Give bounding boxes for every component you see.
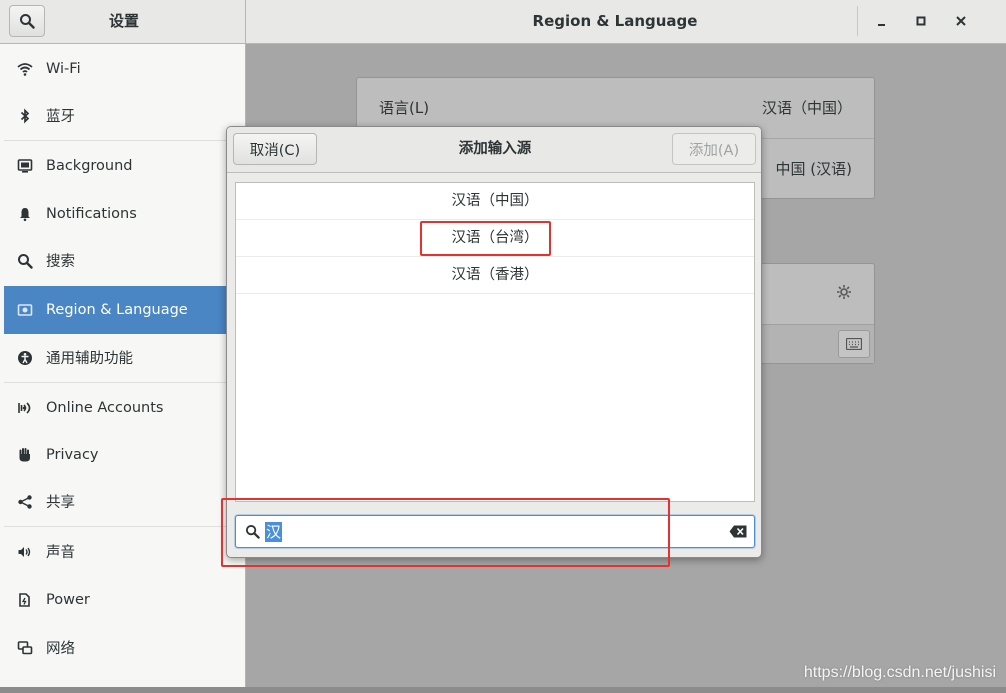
annotation-highlight-option bbox=[420, 221, 551, 256]
sidebar-item-label: 蓝牙 bbox=[46, 109, 75, 125]
hand-icon bbox=[16, 446, 34, 464]
sidebar-item-label: 搜索 bbox=[46, 254, 75, 270]
sidebar-divider bbox=[4, 526, 246, 527]
keyboard-layout-button[interactable] bbox=[838, 330, 870, 358]
clear-text-icon[interactable] bbox=[729, 525, 747, 538]
sidebar-item-label: 共享 bbox=[46, 495, 75, 511]
sidebar-item-search[interactable]: 搜索 bbox=[4, 237, 246, 284]
sidebar-item-label: 声音 bbox=[46, 545, 75, 561]
sidebar: Wi-Fi 蓝牙 Background Notifications 搜索 Reg… bbox=[0, 44, 246, 687]
sidebar-item-label: 网络 bbox=[46, 641, 75, 657]
search-icon bbox=[20, 14, 35, 29]
bluetooth-icon bbox=[16, 107, 34, 125]
annotation-highlight-search bbox=[221, 498, 670, 567]
sidebar-divider bbox=[4, 140, 246, 141]
sidebar-item-accessibility[interactable]: 通用辅助功能 bbox=[4, 334, 246, 381]
add-button[interactable]: 添加(A) bbox=[672, 133, 756, 165]
search-icon bbox=[16, 252, 34, 270]
headerbar-separator bbox=[857, 6, 858, 36]
sidebar-item-label: Background bbox=[46, 157, 133, 174]
cancel-button[interactable]: 取消(C) bbox=[233, 133, 317, 165]
maximize-icon bbox=[916, 16, 926, 26]
speaker-icon bbox=[16, 543, 34, 561]
region-flag-icon bbox=[16, 301, 34, 319]
minimize-icon bbox=[878, 24, 885, 26]
sidebar-item-bluetooth[interactable]: 蓝牙 bbox=[4, 92, 246, 139]
accessibility-icon bbox=[16, 349, 34, 367]
sidebar-item-label: Online Accounts bbox=[46, 399, 164, 416]
network-icon bbox=[16, 639, 34, 657]
gear-icon[interactable] bbox=[835, 283, 853, 301]
sidebar-item-power[interactable]: Power bbox=[4, 576, 246, 623]
online-accounts-icon bbox=[16, 399, 34, 417]
sidebar-item-region-language[interactable]: Region & Language bbox=[4, 286, 246, 334]
sidebar-divider bbox=[4, 382, 246, 383]
formats-value[interactable]: 中国 (汉语) bbox=[776, 158, 852, 179]
watermark: https://blog.csdn.net/jushisi bbox=[803, 664, 996, 681]
sidebar-item-label: 通用辅助功能 bbox=[46, 351, 133, 367]
sidebar-item-label: Wi-Fi bbox=[46, 60, 81, 77]
list-item[interactable]: 汉语（香港） bbox=[236, 257, 754, 294]
share-icon bbox=[16, 493, 34, 511]
sidebar-item-network[interactable]: 网络 bbox=[4, 624, 246, 671]
sidebar-item-label: Notifications bbox=[46, 205, 137, 222]
sidebar-headerbar: 设置 bbox=[0, 0, 246, 44]
sidebar-item-sound[interactable]: 声音 bbox=[4, 528, 246, 575]
keyboard-icon bbox=[846, 338, 862, 350]
sidebar-item-label: Privacy bbox=[46, 446, 99, 463]
minimize-button[interactable] bbox=[868, 9, 894, 33]
maximize-button[interactable] bbox=[908, 9, 934, 33]
language-value[interactable]: 汉语（中国） bbox=[762, 97, 852, 118]
settings-title: 设置 bbox=[108, 12, 139, 30]
close-button[interactable] bbox=[948, 9, 974, 33]
language-label: 语言(L) bbox=[379, 99, 430, 117]
sidebar-item-notifications[interactable]: Notifications bbox=[4, 190, 246, 237]
wifi-icon bbox=[16, 60, 34, 78]
sidebar-item-privacy[interactable]: Privacy bbox=[4, 431, 246, 478]
search-button[interactable] bbox=[9, 5, 45, 37]
sidebar-item-sharing[interactable]: 共享 bbox=[4, 478, 246, 525]
power-icon bbox=[16, 591, 34, 609]
sidebar-item-label: Region & Language bbox=[46, 302, 188, 318]
bottom-edge bbox=[0, 687, 1006, 693]
sidebar-item-label: Power bbox=[46, 591, 90, 608]
dialog-title: 添加输入源 bbox=[458, 141, 532, 157]
background-icon bbox=[16, 157, 34, 175]
add-input-source-dialog: 取消(C) 添加输入源 添加(A) 汉语（中国） 汉语（台湾） 汉语（香港） 汉 bbox=[226, 126, 762, 558]
sidebar-item-online-accounts[interactable]: Online Accounts bbox=[4, 384, 246, 431]
close-icon bbox=[956, 16, 966, 26]
list-item[interactable]: 汉语（中国） bbox=[236, 183, 754, 220]
bell-icon bbox=[16, 205, 34, 223]
sidebar-item-wifi[interactable]: Wi-Fi bbox=[4, 45, 246, 92]
sidebar-item-background[interactable]: Background bbox=[4, 142, 246, 189]
